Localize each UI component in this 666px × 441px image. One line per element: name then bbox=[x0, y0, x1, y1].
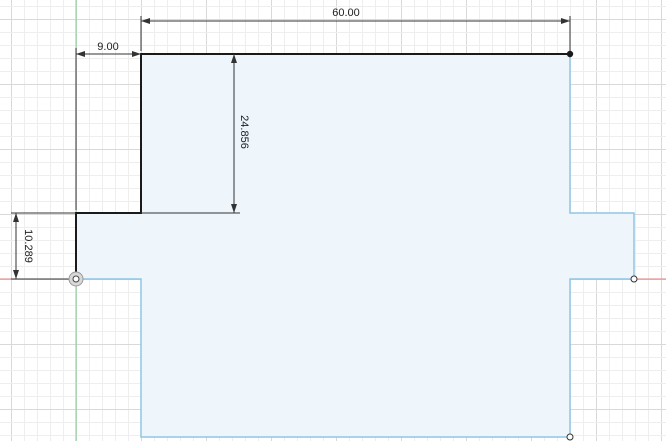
dimension-step-offset[interactable]: 9.00 bbox=[75, 41, 141, 210]
sketch-point-bottom-right[interactable] bbox=[566, 433, 574, 441]
dimension-flange-height[interactable]: 10.289 bbox=[11, 212, 76, 280]
sketch-canvas[interactable]: 60.00 9.00 24.856 10.289 bbox=[0, 0, 666, 441]
origin-point[interactable] bbox=[68, 271, 84, 287]
dimension-flange-height-label[interactable]: 10.289 bbox=[22, 229, 34, 263]
dimension-step-height-label[interactable]: 24.856 bbox=[238, 115, 250, 149]
dimension-step-offset-label[interactable]: 9.00 bbox=[97, 41, 118, 53]
sketch-profile-region[interactable] bbox=[75, 53, 635, 438]
sketch-point-top-right[interactable] bbox=[566, 50, 574, 58]
sketch-point-flange-right[interactable] bbox=[630, 275, 638, 283]
dimension-overall-width-label[interactable]: 60.00 bbox=[332, 7, 360, 19]
